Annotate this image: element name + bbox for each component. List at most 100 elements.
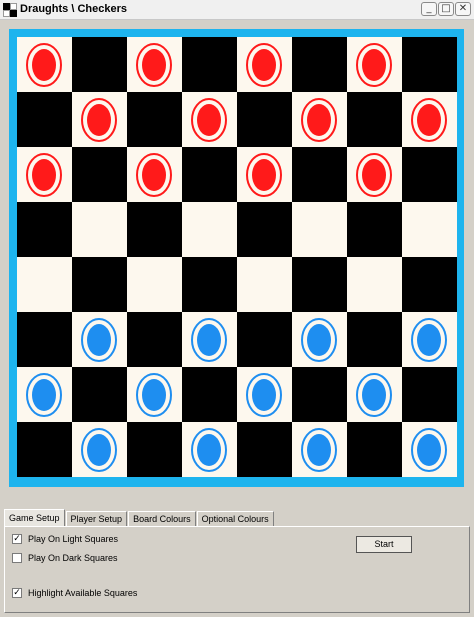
red-piece[interactable]: [135, 153, 173, 197]
red-piece[interactable]: [355, 43, 393, 87]
tab-player-setup[interactable]: Player Setup: [65, 511, 128, 527]
red-piece[interactable]: [135, 43, 173, 87]
light-square[interactable]: [182, 422, 237, 477]
dark-square[interactable]: [127, 422, 182, 477]
dark-square[interactable]: [402, 37, 457, 92]
dark-square[interactable]: [347, 202, 402, 257]
dark-square[interactable]: [17, 312, 72, 367]
light-square[interactable]: [402, 422, 457, 477]
blue-piece[interactable]: [410, 318, 448, 362]
highlight-available-row[interactable]: ✓ Highlight Available Squares: [12, 588, 137, 598]
dark-square[interactable]: [72, 37, 127, 92]
blue-piece[interactable]: [300, 428, 338, 472]
minimize-button[interactable]: _: [421, 2, 437, 16]
light-square[interactable]: [402, 202, 457, 257]
dark-square[interactable]: [292, 367, 347, 422]
dark-square[interactable]: [72, 257, 127, 312]
light-square[interactable]: [182, 92, 237, 147]
dark-square[interactable]: [347, 422, 402, 477]
red-piece[interactable]: [245, 153, 283, 197]
dark-square[interactable]: [402, 257, 457, 312]
light-square[interactable]: [292, 422, 347, 477]
dark-square[interactable]: [237, 312, 292, 367]
light-square[interactable]: [402, 92, 457, 147]
dark-square[interactable]: [72, 147, 127, 202]
red-piece[interactable]: [190, 98, 228, 142]
dark-square[interactable]: [237, 202, 292, 257]
light-square[interactable]: [402, 312, 457, 367]
dark-square[interactable]: [17, 202, 72, 257]
dark-square[interactable]: [17, 92, 72, 147]
blue-piece[interactable]: [190, 428, 228, 472]
light-square[interactable]: [182, 202, 237, 257]
dark-square[interactable]: [127, 202, 182, 257]
dark-square[interactable]: [237, 92, 292, 147]
light-square[interactable]: [237, 147, 292, 202]
light-square[interactable]: [127, 147, 182, 202]
dark-square[interactable]: [402, 367, 457, 422]
dark-square[interactable]: [292, 37, 347, 92]
dark-square[interactable]: [347, 312, 402, 367]
dark-square[interactable]: [237, 422, 292, 477]
light-square[interactable]: [17, 367, 72, 422]
light-square[interactable]: [127, 367, 182, 422]
tab-board-colours[interactable]: Board Colours: [128, 511, 196, 527]
dark-square[interactable]: [182, 367, 237, 422]
dark-square[interactable]: [292, 147, 347, 202]
blue-piece[interactable]: [80, 428, 118, 472]
dark-square[interactable]: [182, 37, 237, 92]
red-piece[interactable]: [25, 153, 63, 197]
start-button[interactable]: Start: [356, 536, 412, 553]
light-square[interactable]: [17, 257, 72, 312]
blue-piece[interactable]: [80, 318, 118, 362]
play-on-light-row[interactable]: ✓ Play On Light Squares: [12, 534, 118, 544]
red-piece[interactable]: [25, 43, 63, 87]
light-square[interactable]: [237, 367, 292, 422]
light-square[interactable]: [127, 257, 182, 312]
light-square[interactable]: [347, 257, 402, 312]
light-square[interactable]: [182, 312, 237, 367]
tab-game-setup[interactable]: Game Setup: [4, 509, 65, 527]
play-on-light-checkbox[interactable]: ✓: [12, 534, 22, 544]
blue-piece[interactable]: [410, 428, 448, 472]
light-square[interactable]: [347, 367, 402, 422]
red-piece[interactable]: [355, 153, 393, 197]
dark-square[interactable]: [72, 367, 127, 422]
blue-piece[interactable]: [135, 373, 173, 417]
red-piece[interactable]: [300, 98, 338, 142]
dark-square[interactable]: [402, 147, 457, 202]
dark-square[interactable]: [127, 92, 182, 147]
blue-piece[interactable]: [355, 373, 393, 417]
maximize-button[interactable]: □: [438, 2, 454, 16]
dark-square[interactable]: [127, 312, 182, 367]
tab-optional-colours[interactable]: Optional Colours: [196, 511, 274, 527]
dark-square[interactable]: [182, 257, 237, 312]
light-square[interactable]: [347, 147, 402, 202]
light-square[interactable]: [292, 202, 347, 257]
light-square[interactable]: [72, 312, 127, 367]
light-square[interactable]: [17, 37, 72, 92]
title-bar[interactable]: Draughts \ Checkers _ □ ✕: [0, 0, 474, 20]
light-square[interactable]: [72, 92, 127, 147]
light-square[interactable]: [237, 257, 292, 312]
highlight-available-checkbox[interactable]: ✓: [12, 588, 22, 598]
blue-piece[interactable]: [245, 373, 283, 417]
light-square[interactable]: [127, 37, 182, 92]
dark-square[interactable]: [292, 257, 347, 312]
light-square[interactable]: [17, 147, 72, 202]
dark-square[interactable]: [17, 422, 72, 477]
light-square[interactable]: [292, 312, 347, 367]
light-square[interactable]: [72, 202, 127, 257]
blue-piece[interactable]: [25, 373, 63, 417]
red-piece[interactable]: [410, 98, 448, 142]
close-button[interactable]: ✕: [455, 2, 471, 16]
red-piece[interactable]: [80, 98, 118, 142]
blue-piece[interactable]: [190, 318, 228, 362]
red-piece[interactable]: [245, 43, 283, 87]
dark-square[interactable]: [347, 92, 402, 147]
dark-square[interactable]: [182, 147, 237, 202]
light-square[interactable]: [347, 37, 402, 92]
checkers-board[interactable]: [17, 37, 457, 477]
light-square[interactable]: [292, 92, 347, 147]
play-on-dark-row[interactable]: Play On Dark Squares: [12, 553, 118, 563]
